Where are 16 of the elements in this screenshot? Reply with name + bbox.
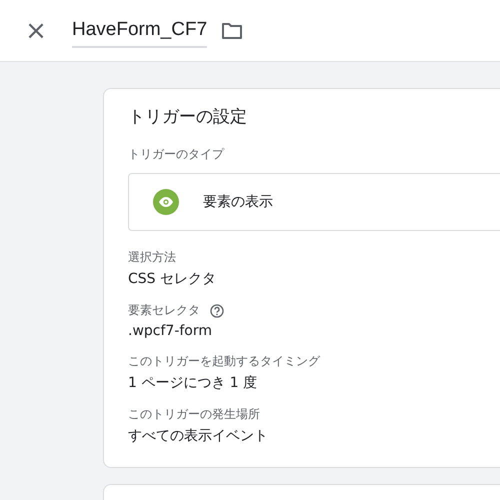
field-value: .wpcf7-form — [128, 323, 214, 339]
folder-icon[interactable] — [221, 22, 244, 40]
field-label: 選択方法 — [128, 249, 176, 266]
card-title: トリガーの設定 — [128, 106, 248, 128]
help-icon[interactable] — [210, 304, 224, 318]
close-button[interactable]: × — [24, 18, 48, 42]
eye-icon — [153, 189, 179, 215]
field-value: CSS セレクタ — [128, 270, 217, 288]
field-label: このトリガーの発生場所 — [128, 406, 260, 423]
field-value: 1 ページにつき 1 度 — [128, 374, 258, 392]
trigger-name-field[interactable]: HaveForm_CF7 — [72, 19, 208, 48]
field-value: すべての表示イベント — [128, 427, 269, 445]
field-label: このトリガーを起動するタイミング — [128, 353, 320, 370]
trigger-type-selector[interactable]: 要素の表示 — [128, 173, 500, 231]
field-label: トリガーのタイプ — [128, 146, 226, 163]
field-label: 要素セレクタ — [128, 302, 200, 319]
